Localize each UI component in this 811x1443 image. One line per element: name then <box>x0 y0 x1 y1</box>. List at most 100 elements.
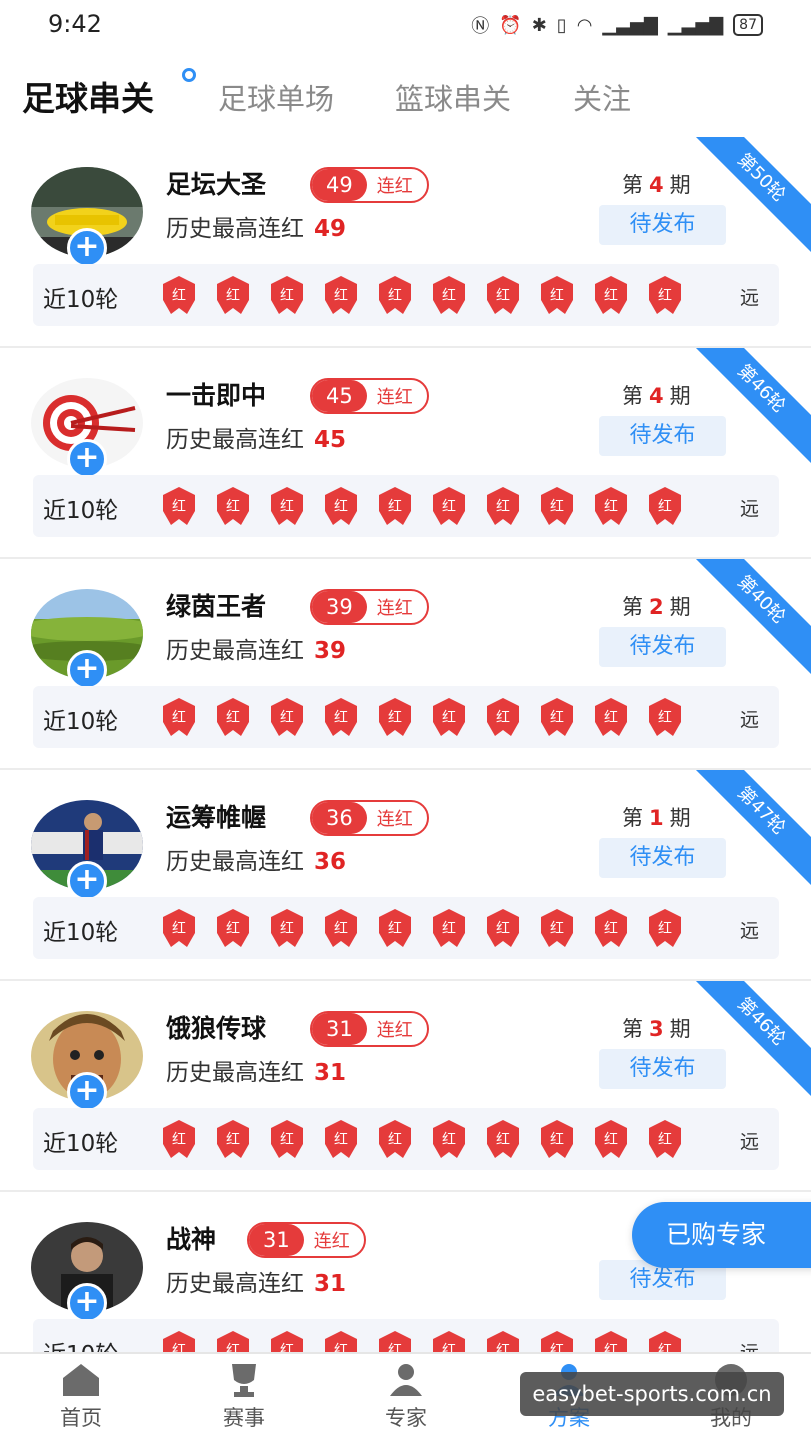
expert-card[interactable]: + 足坛大圣 49 连红 历史最高连红 49 第4期 待发布 第50轮 近10轮 红… <box>0 137 811 348</box>
trophy-icon <box>222 1362 266 1398</box>
badge-text: 红 <box>658 288 672 304</box>
red-result-badge: 红 <box>645 274 685 316</box>
red-result-badge: 红 <box>321 485 361 527</box>
red-result-badge: 红 <box>537 696 577 738</box>
history-record: 历史最高连红 31 <box>166 1053 346 1087</box>
history-value: 36 <box>314 849 347 875</box>
badge-text: 红 <box>334 1132 348 1148</box>
badge-text: 红 <box>658 1132 672 1148</box>
red-result-badge: 红 <box>213 1118 253 1160</box>
badge-text: 红 <box>172 288 186 304</box>
tab-football-single[interactable]: 足球单场 <box>218 76 334 118</box>
streak-badge: 36 连红 <box>310 800 429 836</box>
expert-card[interactable]: + 一击即中 45 连红 历史最高连红 45 第4期 待发布 第46轮 近10轮 红… <box>0 348 811 559</box>
follow-plus-icon[interactable]: + <box>67 439 107 479</box>
streak-count: 31 <box>312 1013 367 1045</box>
expert-card[interactable]: + 运筹帷幄 36 连红 历史最高连红 36 第1期 待发布 第47轮 近10轮 红… <box>0 770 811 981</box>
streak-badge: 45 连红 <box>310 378 429 414</box>
badge-text: 红 <box>604 921 618 937</box>
badge-text: 红 <box>388 499 402 515</box>
period-info: 第3期 <box>622 1013 691 1043</box>
history-value: 31 <box>314 1271 347 1297</box>
red-result-badge: 红 <box>591 274 631 316</box>
pending-button[interactable]: 待发布 <box>599 1049 726 1089</box>
badge-text: 红 <box>334 499 348 515</box>
recent-badges: 红 红 红 红 红 红 红 红 红 红 <box>159 1118 685 1160</box>
expert-card[interactable]: + 饿狼传球 31 连红 历史最高连红 31 第3期 待发布 第46轮 近10轮 红… <box>0 981 811 1192</box>
expert-card[interactable]: + 绿茵王者 39 连红 历史最高连红 39 第2期 待发布 第40轮 近10轮 红… <box>0 559 811 770</box>
badge-text: 红 <box>388 710 402 726</box>
red-result-badge: 红 <box>267 1118 307 1160</box>
red-result-badge: 红 <box>645 485 685 527</box>
tab-basketball-parlay[interactable]: 篮球串关 <box>395 76 511 118</box>
expert-name[interactable]: 绿茵王者 <box>166 587 266 623</box>
badge-text: 红 <box>442 1132 456 1148</box>
red-result-badge: 红 <box>159 485 199 527</box>
recent-rounds: 近10轮 红 红 红 红 红 <box>33 1108 779 1170</box>
period-info: 第2期 <box>622 591 691 621</box>
badge-text: 红 <box>442 288 456 304</box>
red-result-badge: 红 <box>429 1118 469 1160</box>
far-label: 远 <box>739 920 759 942</box>
red-result-badge: 红 <box>537 907 577 949</box>
tab-football-parlay[interactable]: 足球串关 <box>22 72 154 120</box>
red-result-badge: 红 <box>321 274 361 316</box>
follow-plus-icon[interactable]: + <box>67 1283 107 1323</box>
streak-badge: 39 连红 <box>310 589 429 625</box>
status-icons: Ⓝ ⏰ ✱ ▯ ◠ ▁▃▅▇ ▁▃▅▇ 87 <box>471 12 763 38</box>
follow-plus-icon[interactable]: + <box>67 650 107 690</box>
pending-button[interactable]: 待发布 <box>599 416 726 456</box>
purchased-experts-button[interactable]: 已购专家 <box>632 1202 811 1268</box>
red-result-badge: 红 <box>483 907 523 949</box>
red-result-badge: 红 <box>375 696 415 738</box>
badge-text: 红 <box>388 288 402 304</box>
badge-text: 红 <box>334 710 348 726</box>
history-label: 历史最高连红 <box>166 1060 304 1086</box>
far-label: 远 <box>739 498 759 520</box>
expert-name[interactable]: 饿狼传球 <box>166 1009 266 1045</box>
red-result-badge: 红 <box>159 696 199 738</box>
active-dot-icon <box>182 68 196 82</box>
streak-badge: 49 连红 <box>310 167 429 203</box>
follow-plus-icon[interactable]: + <box>67 228 107 268</box>
recent-rounds: 近10轮 红 红 红 红 红 <box>33 264 779 326</box>
follow-plus-icon[interactable]: + <box>67 861 107 901</box>
period-prefix: 第 <box>622 1017 643 1041</box>
badge-text: 红 <box>172 710 186 726</box>
period-suffix: 期 <box>669 806 691 830</box>
recent-label: 近10轮 <box>43 498 119 524</box>
history-record: 历史最高连红 36 <box>166 842 346 876</box>
expert-name[interactable]: 战神 <box>166 1220 216 1256</box>
expert-name[interactable]: 足坛大圣 <box>166 165 266 201</box>
nav-experts[interactable]: 专家 <box>356 1362 456 1432</box>
red-result-badge: 红 <box>267 696 307 738</box>
red-result-badge: 红 <box>321 1118 361 1160</box>
pending-button[interactable]: 待发布 <box>599 627 726 667</box>
expert-name[interactable]: 运筹帷幄 <box>166 798 266 834</box>
badge-text: 红 <box>604 288 618 304</box>
status-time: 9:42 <box>48 10 102 38</box>
red-result-badge: 红 <box>429 274 469 316</box>
expert-name[interactable]: 一击即中 <box>166 376 266 412</box>
streak-label: 连红 <box>376 1020 413 1041</box>
period-suffix: 期 <box>669 384 691 408</box>
red-result-badge: 红 <box>267 907 307 949</box>
period-number: 4 <box>649 173 664 197</box>
badge-text: 红 <box>550 921 564 937</box>
badge-text: 红 <box>334 921 348 937</box>
nav-events[interactable]: 赛事 <box>194 1362 294 1432</box>
battery-icon: 87 <box>733 14 763 36</box>
red-result-badge: 红 <box>159 1118 199 1160</box>
tab-follow[interactable]: 关注 <box>573 76 631 118</box>
nav-home[interactable]: 首页 <box>31 1362 131 1432</box>
red-result-badge: 红 <box>375 1118 415 1160</box>
history-value: 45 <box>314 427 347 453</box>
pending-button[interactable]: 待发布 <box>599 838 726 878</box>
red-result-badge: 红 <box>429 696 469 738</box>
vibrate-icon: ▯ <box>556 14 567 36</box>
pending-button[interactable]: 待发布 <box>599 205 726 245</box>
follow-plus-icon[interactable]: + <box>67 1072 107 1112</box>
period-prefix: 第 <box>622 384 643 408</box>
recent-label: 近10轮 <box>43 709 119 735</box>
watermark: easybet-sports.com.cn <box>520 1372 784 1416</box>
